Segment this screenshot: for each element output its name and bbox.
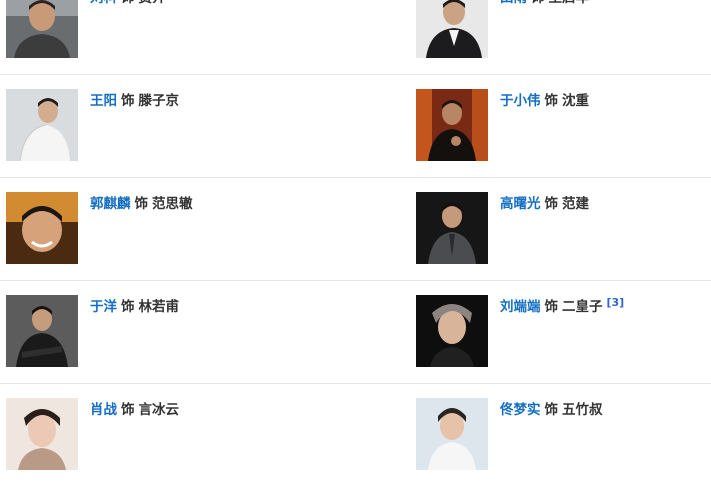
cast-caption: 高曙光饰范建: [500, 194, 589, 214]
cast-item: 王阳饰滕子京: [6, 74, 346, 176]
cast-caption: 田雨饰王启年: [500, 0, 589, 8]
cast-caption: 王阳饰滕子京: [90, 91, 179, 111]
cast-row: 王阳饰滕子京 于小伟饰沈重: [0, 74, 711, 178]
reference-link[interactable]: [3]: [607, 296, 625, 309]
actor-photo[interactable]: [416, 0, 488, 58]
actor-photo[interactable]: [416, 192, 488, 264]
as-label: 饰: [121, 299, 135, 315]
as-label: 饰: [544, 402, 559, 418]
as-label: 饰: [544, 93, 559, 109]
actor-photo[interactable]: [416, 89, 488, 161]
role-name: 二皇子: [562, 299, 603, 315]
role-name: 林若甫: [138, 299, 180, 315]
cast-item: 郭麒麟饰范思辙: [6, 177, 346, 279]
actor-name-link[interactable]: 于洋: [90, 299, 117, 315]
actor-photo[interactable]: [6, 192, 78, 264]
cast-item: 高曙光饰范建: [416, 177, 711, 279]
as-label: 饰: [134, 196, 149, 212]
actor-photo[interactable]: [6, 398, 78, 470]
actor-name-link[interactable]: 郭麒麟: [90, 196, 131, 212]
cast-caption: 刘端端饰二皇子 [3]: [500, 297, 624, 317]
cast-caption: 肖战饰言冰云: [90, 400, 179, 420]
actor-photo[interactable]: [6, 89, 78, 161]
role-name: 五竹叔: [562, 402, 603, 418]
actor-name-link[interactable]: 刘端端: [500, 299, 541, 315]
actor-name-link[interactable]: 佟梦实: [500, 402, 541, 418]
actor-photo[interactable]: [6, 295, 78, 367]
role-name: 范思辙: [152, 196, 193, 212]
actor-photo[interactable]: [416, 295, 488, 367]
actor-name-link[interactable]: 王阳: [90, 93, 117, 109]
role-name: 范建: [562, 196, 589, 212]
role-name: 滕子京: [138, 93, 180, 109]
as-label: 饰: [531, 0, 545, 6]
role-name: 王启年: [549, 0, 590, 6]
as-label: 饰: [121, 402, 135, 418]
cast-item: 肖战饰言冰云: [6, 383, 346, 485]
cast-item: 刘科饰费介: [6, 0, 346, 73]
cast-caption: 佟梦实饰五竹叔: [500, 400, 603, 420]
cast-item: 于小伟饰沈重: [416, 74, 711, 176]
as-label: 饰: [544, 196, 559, 212]
cast-caption: 刘科饰费介: [90, 0, 166, 8]
cast-row: 于洋饰林若甫 刘端端饰二皇子 [3]: [0, 280, 711, 384]
cast-row: 刘科饰费介 田雨饰王启年: [0, 0, 711, 75]
actor-name-link[interactable]: 刘科: [90, 0, 117, 6]
role-name: 费介: [139, 0, 166, 6]
as-label: 饰: [121, 93, 135, 109]
actor-name-link[interactable]: 于小伟: [500, 93, 541, 109]
role-name: 沈重: [562, 93, 589, 109]
cast-item: 刘端端饰二皇子 [3]: [416, 280, 711, 382]
actor-photo[interactable]: [416, 398, 488, 470]
cast-row: 肖战饰言冰云 佟梦实饰五竹叔: [0, 383, 711, 486]
cast-item: 田雨饰王启年: [416, 0, 711, 73]
cast-item: 佟梦实饰五竹叔: [416, 383, 711, 485]
cast-row: 郭麒麟饰范思辙 高曙光饰范建: [0, 177, 711, 281]
role-name: 言冰云: [138, 402, 180, 418]
cast-caption: 于小伟饰沈重: [500, 91, 589, 111]
actor-name-link[interactable]: 高曙光: [500, 196, 541, 212]
cast-list: 刘科饰费介 田雨饰王启年: [0, 0, 711, 483]
cast-caption: 郭麒麟饰范思辙: [90, 194, 193, 214]
actor-photo[interactable]: [6, 0, 78, 58]
cast-item: 于洋饰林若甫: [6, 280, 346, 382]
actor-name-link[interactable]: 肖战: [90, 402, 117, 418]
cast-caption: 于洋饰林若甫: [90, 297, 179, 317]
actor-name-link[interactable]: 田雨: [500, 0, 527, 6]
as-label: 饰: [544, 299, 559, 315]
as-label: 饰: [121, 0, 135, 6]
